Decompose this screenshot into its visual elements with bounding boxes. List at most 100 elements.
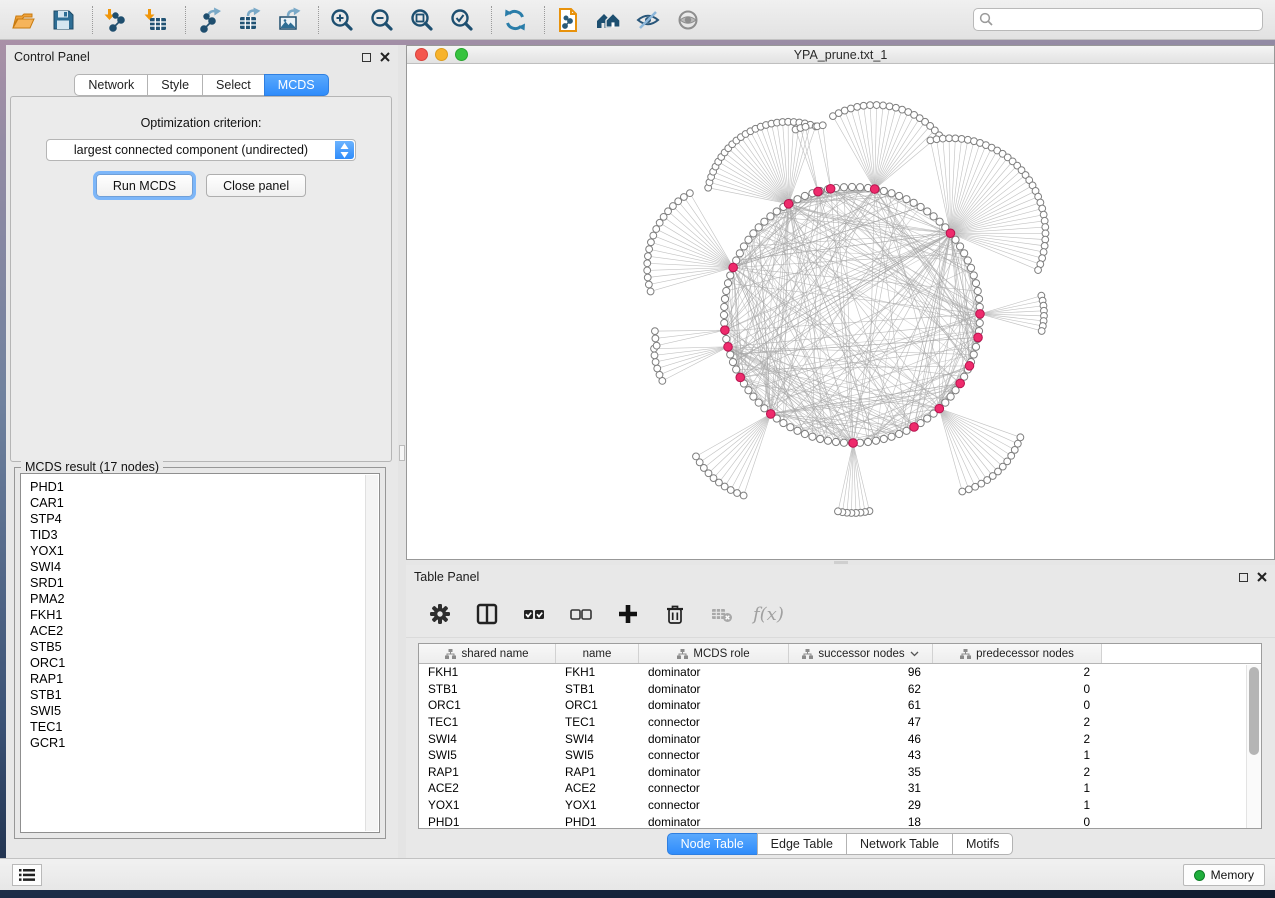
close-panel-icon[interactable] <box>380 52 390 62</box>
export-image-icon[interactable] <box>276 7 302 33</box>
network-graph[interactable] <box>407 64 1274 558</box>
deselect-all-icon[interactable] <box>569 602 593 626</box>
main-toolbar <box>0 0 1275 40</box>
cell-predecessor-nodes: 2 <box>933 715 1102 729</box>
eye-slash-icon[interactable] <box>635 7 661 33</box>
cell-successor-nodes: 96 <box>789 665 933 679</box>
column-header-successor-nodes[interactable]: successor nodes <box>789 644 933 663</box>
mcds-result-item[interactable]: STB1 <box>30 687 379 703</box>
mcds-result-item[interactable]: CAR1 <box>30 495 379 511</box>
tab-network[interactable]: Network <box>74 74 148 96</box>
control-panel-tabs: NetworkStyleSelectMCDS <box>6 74 398 96</box>
close-panel-icon[interactable] <box>1257 572 1267 582</box>
table-scrollbar-thumb[interactable] <box>1249 667 1259 755</box>
add-column-icon[interactable] <box>616 602 640 626</box>
mcds-result-item[interactable]: PHD1 <box>30 479 379 495</box>
cell-MCDS-role: connector <box>639 798 789 812</box>
table-row[interactable]: PHD1PHD1dominator180 <box>419 813 1261 829</box>
vertical-splitter[interactable] <box>398 45 406 858</box>
cell-predecessor-nodes: 0 <box>933 682 1102 696</box>
zoom-fit-icon[interactable] <box>409 7 435 33</box>
network-canvas[interactable] <box>407 64 1274 559</box>
cell-name: PHD1 <box>556 815 639 829</box>
cell-shared-name: YOX1 <box>419 798 556 812</box>
column-header-name[interactable]: name <box>556 644 639 663</box>
table-row[interactable]: ACE2ACE2connector311 <box>419 780 1261 797</box>
cell-predecessor-nodes: 1 <box>933 798 1102 812</box>
memory-button[interactable]: Memory <box>1183 864 1265 886</box>
zoom-in-icon[interactable] <box>329 7 355 33</box>
floppy-save-icon[interactable] <box>50 7 76 33</box>
column-header-shared-name[interactable]: shared name <box>419 644 556 663</box>
mcds-result-item[interactable]: SWI5 <box>30 703 379 719</box>
panel-list-button[interactable] <box>12 864 42 886</box>
cell-successor-nodes: 61 <box>789 698 933 712</box>
delete-table-icon <box>710 602 734 626</box>
folder-open-icon[interactable] <box>10 7 36 33</box>
tab-node-table[interactable]: Node Table <box>667 833 758 855</box>
mcds-result-item[interactable]: STP4 <box>30 511 379 527</box>
cell-name: RAP1 <box>556 765 639 779</box>
splitter-grip[interactable] <box>834 561 848 564</box>
zoom-out-icon[interactable] <box>369 7 395 33</box>
export-table-icon[interactable] <box>236 7 262 33</box>
table-scrollbar[interactable] <box>1246 665 1261 828</box>
column-header-MCDS-role[interactable]: MCDS role <box>639 644 789 663</box>
table-row[interactable]: TEC1TEC1connector472 <box>419 714 1261 731</box>
tab-mcds[interactable]: MCDS <box>264 74 329 96</box>
function-builder-icon: f(x) <box>753 604 784 625</box>
export-network-icon[interactable] <box>196 7 222 33</box>
close-panel-button[interactable]: Close panel <box>206 174 306 197</box>
cell-name: ACE2 <box>556 781 639 795</box>
eye-icon[interactable] <box>675 7 701 33</box>
splitter-grip[interactable] <box>399 445 405 461</box>
tab-edge-table[interactable]: Edge Table <box>757 833 847 855</box>
mcds-result-item[interactable]: GCR1 <box>30 735 379 751</box>
cell-MCDS-role: connector <box>639 715 789 729</box>
run-mcds-button[interactable]: Run MCDS <box>96 174 193 197</box>
mcds-result-item[interactable]: TEC1 <box>30 719 379 735</box>
mcds-result-item[interactable]: PMA2 <box>30 591 379 607</box>
tab-motifs[interactable]: Motifs <box>952 833 1013 855</box>
gear-icon[interactable] <box>428 602 452 626</box>
tab-network-table[interactable]: Network Table <box>846 833 953 855</box>
mcds-result-item[interactable]: SWI4 <box>30 559 379 575</box>
horizontal-splitter[interactable] <box>406 560 1275 565</box>
refresh-icon[interactable] <box>502 7 528 33</box>
table-row[interactable]: STB1STB1dominator620 <box>419 681 1261 698</box>
import-network-icon[interactable] <box>103 7 129 33</box>
column-layout-icon[interactable] <box>475 602 499 626</box>
mcds-result-item[interactable]: STB5 <box>30 639 379 655</box>
trash-icon[interactable] <box>663 602 687 626</box>
tab-select[interactable]: Select <box>202 74 265 96</box>
criterion-dropdown[interactable]: largest connected component (undirected) <box>46 139 356 161</box>
table-row[interactable]: SWI4SWI4dominator462 <box>419 730 1261 747</box>
document-network-icon[interactable] <box>555 7 581 33</box>
mcds-result-item[interactable]: YOX1 <box>30 543 379 559</box>
float-panel-icon[interactable] <box>1239 573 1248 582</box>
search-input[interactable] <box>973 8 1263 31</box>
table-row[interactable]: FKH1FKH1dominator962 <box>419 664 1261 681</box>
float-panel-icon[interactable] <box>362 53 371 62</box>
tab-style[interactable]: Style <box>147 74 203 96</box>
import-table-icon[interactable] <box>143 7 169 33</box>
table-row[interactable]: SWI5SWI5connector431 <box>419 747 1261 764</box>
mcds-result-item[interactable]: RAP1 <box>30 671 379 687</box>
mcds-result-item[interactable]: ACE2 <box>30 623 379 639</box>
table-row[interactable]: YOX1YOX1connector291 <box>419 797 1261 814</box>
network-window-titlebar[interactable]: YPA_prune.txt_1 <box>407 46 1274 64</box>
cell-predecessor-nodes: 1 <box>933 748 1102 762</box>
houses-icon[interactable] <box>595 7 621 33</box>
table-row[interactable]: ORC1ORC1dominator610 <box>419 697 1261 714</box>
table-row[interactable]: RAP1RAP1dominator352 <box>419 764 1261 781</box>
cell-MCDS-role: dominator <box>639 698 789 712</box>
select-all-icon[interactable] <box>522 602 546 626</box>
mcds-result-list[interactable]: PHD1CAR1STP4TID3YOX1SWI4SRD1PMA2FKH1ACE2… <box>20 473 380 833</box>
column-header-predecessor-nodes[interactable]: predecessor nodes <box>933 644 1102 663</box>
mcds-result-item[interactable]: ORC1 <box>30 655 379 671</box>
zoom-selected-icon[interactable] <box>449 7 475 33</box>
mcds-list-scrollbar[interactable] <box>365 475 378 831</box>
mcds-result-item[interactable]: FKH1 <box>30 607 379 623</box>
mcds-result-item[interactable]: SRD1 <box>30 575 379 591</box>
mcds-result-item[interactable]: TID3 <box>30 527 379 543</box>
